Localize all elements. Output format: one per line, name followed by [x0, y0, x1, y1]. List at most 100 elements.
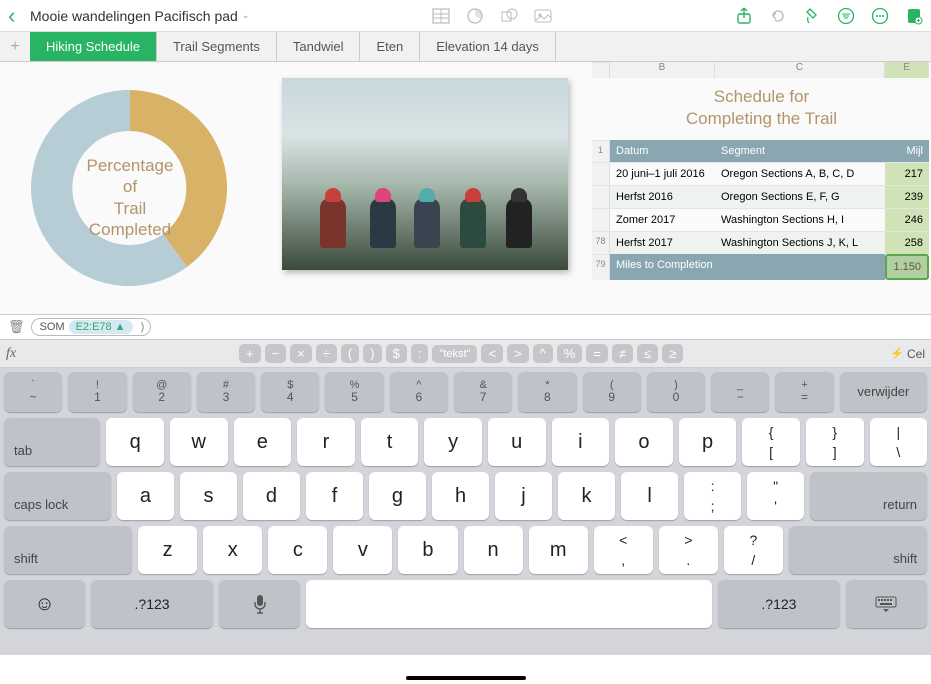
key-k[interactable]: k: [558, 472, 615, 520]
key-i[interactable]: i: [552, 418, 610, 466]
op-lparen[interactable]: (: [341, 344, 359, 363]
key-capslock[interactable]: caps lock: [4, 472, 111, 520]
home-indicator[interactable]: [406, 676, 526, 680]
key-p[interactable]: p: [679, 418, 737, 466]
cell-ref-button[interactable]: ⚡Cel: [890, 347, 925, 361]
op-eq[interactable]: =: [586, 344, 608, 363]
key-;[interactable]: :;: [684, 472, 741, 520]
key-=[interactable]: +=: [775, 372, 833, 412]
op-caret[interactable]: ^: [533, 344, 553, 363]
donut-chart[interactable]: PercentageofTrailCompleted: [0, 70, 260, 305]
key-hide-keyboard[interactable]: [846, 580, 927, 628]
shapes-icon[interactable]: [500, 7, 518, 25]
chart-icon[interactable]: [466, 7, 484, 25]
key-j[interactable]: j: [495, 472, 552, 520]
op-percent[interactable]: %: [557, 344, 583, 363]
more-icon[interactable]: [871, 7, 889, 25]
key-d[interactable]: d: [243, 472, 300, 520]
key-shift-left[interactable]: shift: [4, 526, 132, 574]
op-neq[interactable]: ≠: [612, 344, 633, 363]
key-0[interactable]: )0: [647, 372, 705, 412]
key-3[interactable]: #3: [197, 372, 255, 412]
formula-function-pill[interactable]: SOM E2:E78▲ ): [31, 318, 152, 336]
op-minus[interactable]: −: [265, 344, 287, 363]
add-sheet-button[interactable]: +: [0, 32, 30, 61]
tab-trail-segments[interactable]: Trail Segments: [157, 32, 277, 61]
key-z[interactable]: z: [138, 526, 197, 574]
key-8[interactable]: *8: [518, 372, 576, 412]
key-return[interactable]: return: [810, 472, 927, 520]
tab-elevation[interactable]: Elevation 14 days: [420, 32, 556, 61]
key-−[interactable]: _−: [711, 372, 769, 412]
op-text[interactable]: "tekst": [432, 345, 477, 363]
op-gt[interactable]: >: [507, 344, 529, 363]
key-u[interactable]: u: [488, 418, 546, 466]
fx-icon[interactable]: fx: [6, 346, 32, 362]
op-colon[interactable]: :: [411, 344, 429, 363]
key-w[interactable]: w: [170, 418, 228, 466]
table-footer-row[interactable]: 79 Miles to Completion 1.150: [592, 254, 931, 280]
key-o[interactable]: o: [615, 418, 673, 466]
key-\[interactable]: |\: [870, 418, 928, 466]
key-c[interactable]: c: [268, 526, 327, 574]
formula-range-pill[interactable]: E2:E78▲: [69, 320, 133, 334]
key-numsym-right[interactable]: .?123: [718, 580, 840, 628]
undo-icon[interactable]: [769, 7, 787, 25]
table-row[interactable]: 20 juni–1 juli 2016Oregon Sections A, B,…: [592, 162, 931, 185]
key-tab[interactable]: tab: [4, 418, 100, 466]
key-5[interactable]: %5: [325, 372, 383, 412]
key-t[interactable]: t: [361, 418, 419, 466]
table-row[interactable]: 78Herfst 2017Washington Sections J, K, L…: [592, 231, 931, 254]
key-r[interactable]: r: [297, 418, 355, 466]
op-lte[interactable]: ≤: [637, 344, 658, 363]
schedule-table[interactable]: B C E Schedule forCompleting the Trail 1…: [592, 62, 931, 280]
trash-icon[interactable]: 🗑: [8, 319, 25, 335]
key-x[interactable]: x: [203, 526, 262, 574]
op-lt[interactable]: <: [481, 344, 503, 363]
key-l[interactable]: l: [621, 472, 678, 520]
table-row[interactable]: Herfst 2016Oregon Sections E, F, G239: [592, 185, 931, 208]
key-4[interactable]: $4: [261, 372, 319, 412]
key-v[interactable]: v: [333, 526, 392, 574]
key-m[interactable]: m: [529, 526, 588, 574]
key-n[interactable]: n: [464, 526, 523, 574]
key-e[interactable]: e: [234, 418, 292, 466]
document-title-dropdown[interactable]: Mooie wandelingen Pacifisch pad ⌄: [30, 8, 249, 24]
share-icon[interactable]: [735, 7, 753, 25]
back-button[interactable]: ‹: [8, 3, 30, 29]
key-f[interactable]: f: [306, 472, 363, 520]
key-q[interactable]: q: [106, 418, 164, 466]
tab-tandwiel[interactable]: Tandwiel: [277, 32, 361, 61]
key-,[interactable]: <,: [594, 526, 653, 574]
key-s[interactable]: s: [180, 472, 237, 520]
key-emoji[interactable]: ☺: [4, 580, 85, 628]
key-][interactable]: }]: [806, 418, 864, 466]
op-multiply[interactable]: ×: [290, 344, 312, 363]
format-brush-icon[interactable]: [803, 7, 821, 25]
key-delete[interactable]: verwijder: [840, 372, 927, 412]
key-shift-right[interactable]: shift: [789, 526, 927, 574]
landscape-photo[interactable]: [282, 78, 568, 270]
new-sheet-icon[interactable]: [905, 7, 923, 25]
key-9[interactable]: (9: [583, 372, 641, 412]
key-g[interactable]: g: [369, 472, 426, 520]
key-a[interactable]: a: [117, 472, 174, 520]
key-.[interactable]: >.: [659, 526, 718, 574]
table-row[interactable]: Zomer 2017Washington Sections H, I246: [592, 208, 931, 231]
media-icon[interactable]: [534, 7, 552, 25]
op-dollar[interactable]: $: [386, 344, 407, 363]
key-6[interactable]: ^6: [390, 372, 448, 412]
formula-bar[interactable]: 🗑 SOM E2:E78▲ ): [0, 314, 931, 340]
key-space[interactable]: [306, 580, 712, 628]
key-[[interactable]: {[: [742, 418, 800, 466]
key-~[interactable]: `~: [4, 372, 62, 412]
op-gte[interactable]: ≥: [662, 344, 683, 363]
key-/[interactable]: ?/: [724, 526, 783, 574]
key-h[interactable]: h: [432, 472, 489, 520]
sheet-canvas[interactable]: PercentageofTrailCompleted B C E Schedul…: [0, 62, 931, 314]
op-divide[interactable]: ÷: [316, 344, 337, 363]
key-numsym-left[interactable]: .?123: [91, 580, 213, 628]
op-plus[interactable]: +: [239, 344, 261, 363]
sort-filter-icon[interactable]: [837, 7, 855, 25]
op-rparen[interactable]: ): [363, 344, 381, 363]
